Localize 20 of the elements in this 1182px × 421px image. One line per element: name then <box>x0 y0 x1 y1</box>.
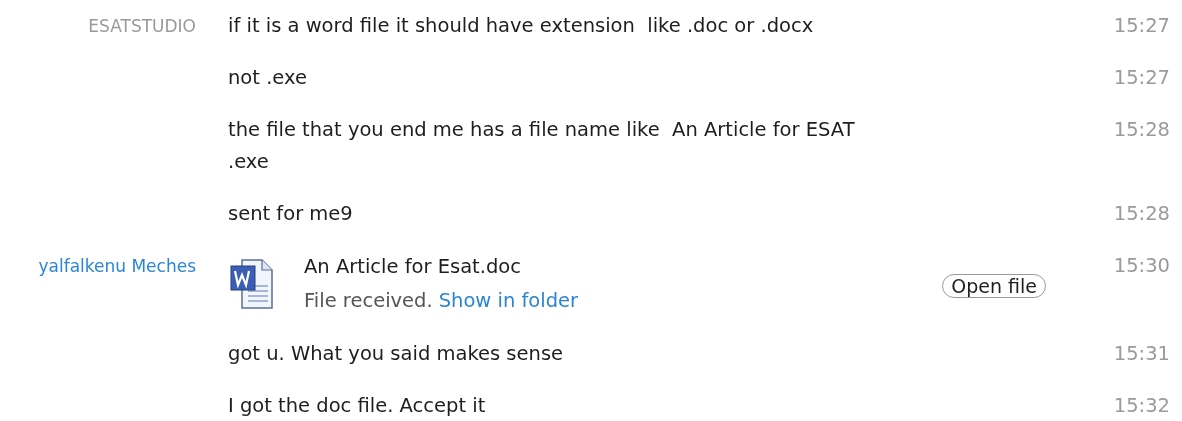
message-time: 15:28 <box>1113 117 1170 143</box>
sender-name: ESATSTUDIO <box>88 15 196 38</box>
message-text: got u. What you said makes sense <box>228 341 564 367</box>
file-name: An Article for Esat.doc <box>304 254 522 280</box>
message-text: I got the doc file. Accept it <box>228 393 486 419</box>
message-time: 15:27 <box>1113 65 1170 91</box>
message-text: not .exe <box>228 65 307 91</box>
message-text: the file that you end me has a file name like An Article for ESAT .exe <box>228 117 856 175</box>
message-time: 15:30 <box>1113 253 1170 279</box>
message-text: sent for me9 <box>228 201 353 227</box>
show-in-folder-link[interactable]: Show in folder <box>438 284 579 318</box>
file-status: File received. <box>304 288 433 314</box>
open-file-button[interactable]: Open file <box>942 274 1046 298</box>
message-time: 15:32 <box>1113 393 1170 419</box>
message-time: 15:27 <box>1113 13 1170 39</box>
message-time: 15:28 <box>1113 201 1170 227</box>
message-text: if it is a word file it should have extension like .doc or .docx <box>228 13 814 39</box>
sender-name: yalfalkenu Meches <box>38 255 196 278</box>
message-time: 15:31 <box>1113 341 1170 367</box>
word-document-icon <box>230 258 274 310</box>
